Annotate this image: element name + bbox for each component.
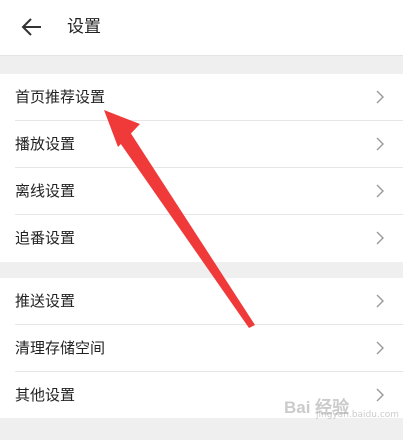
settings-item-home-recommend[interactable]: 首页推荐设置 xyxy=(15,74,403,121)
settings-item-label: 追番设置 xyxy=(15,229,76,247)
settings-item-offline[interactable]: 离线设置 xyxy=(15,168,403,215)
settings-item-label: 其他设置 xyxy=(15,386,76,404)
section-gap xyxy=(0,56,403,74)
chevron-right-icon xyxy=(376,137,384,151)
back-arrow-icon xyxy=(21,18,41,36)
settings-item-push[interactable]: 推送设置 xyxy=(15,278,403,325)
settings-item-label: 播放设置 xyxy=(15,135,76,153)
chevron-right-icon xyxy=(376,184,384,198)
back-button[interactable] xyxy=(14,12,48,42)
page-title: 设置 xyxy=(67,17,101,37)
settings-item-follow-series[interactable]: 追番设置 xyxy=(15,215,403,262)
chevron-right-icon xyxy=(376,294,384,308)
chevron-right-icon xyxy=(376,388,384,402)
settings-item-label: 首页推荐设置 xyxy=(15,88,106,106)
top-app-bar: 设置 xyxy=(0,0,403,56)
chevron-right-icon xyxy=(376,341,384,355)
settings-item-label: 清理存储空间 xyxy=(15,339,106,357)
chevron-right-icon xyxy=(376,90,384,104)
settings-group-1: 首页推荐设置 播放设置 离线设置 追番设置 xyxy=(0,74,403,262)
watermark-url: jingyan.baidu.com xyxy=(316,410,400,420)
settings-item-label: 离线设置 xyxy=(15,182,76,200)
settings-item-label: 推送设置 xyxy=(15,292,76,310)
chevron-right-icon xyxy=(376,231,384,245)
settings-item-playback[interactable]: 播放设置 xyxy=(15,121,403,168)
settings-item-clear-storage[interactable]: 清理存储空间 xyxy=(15,325,403,372)
